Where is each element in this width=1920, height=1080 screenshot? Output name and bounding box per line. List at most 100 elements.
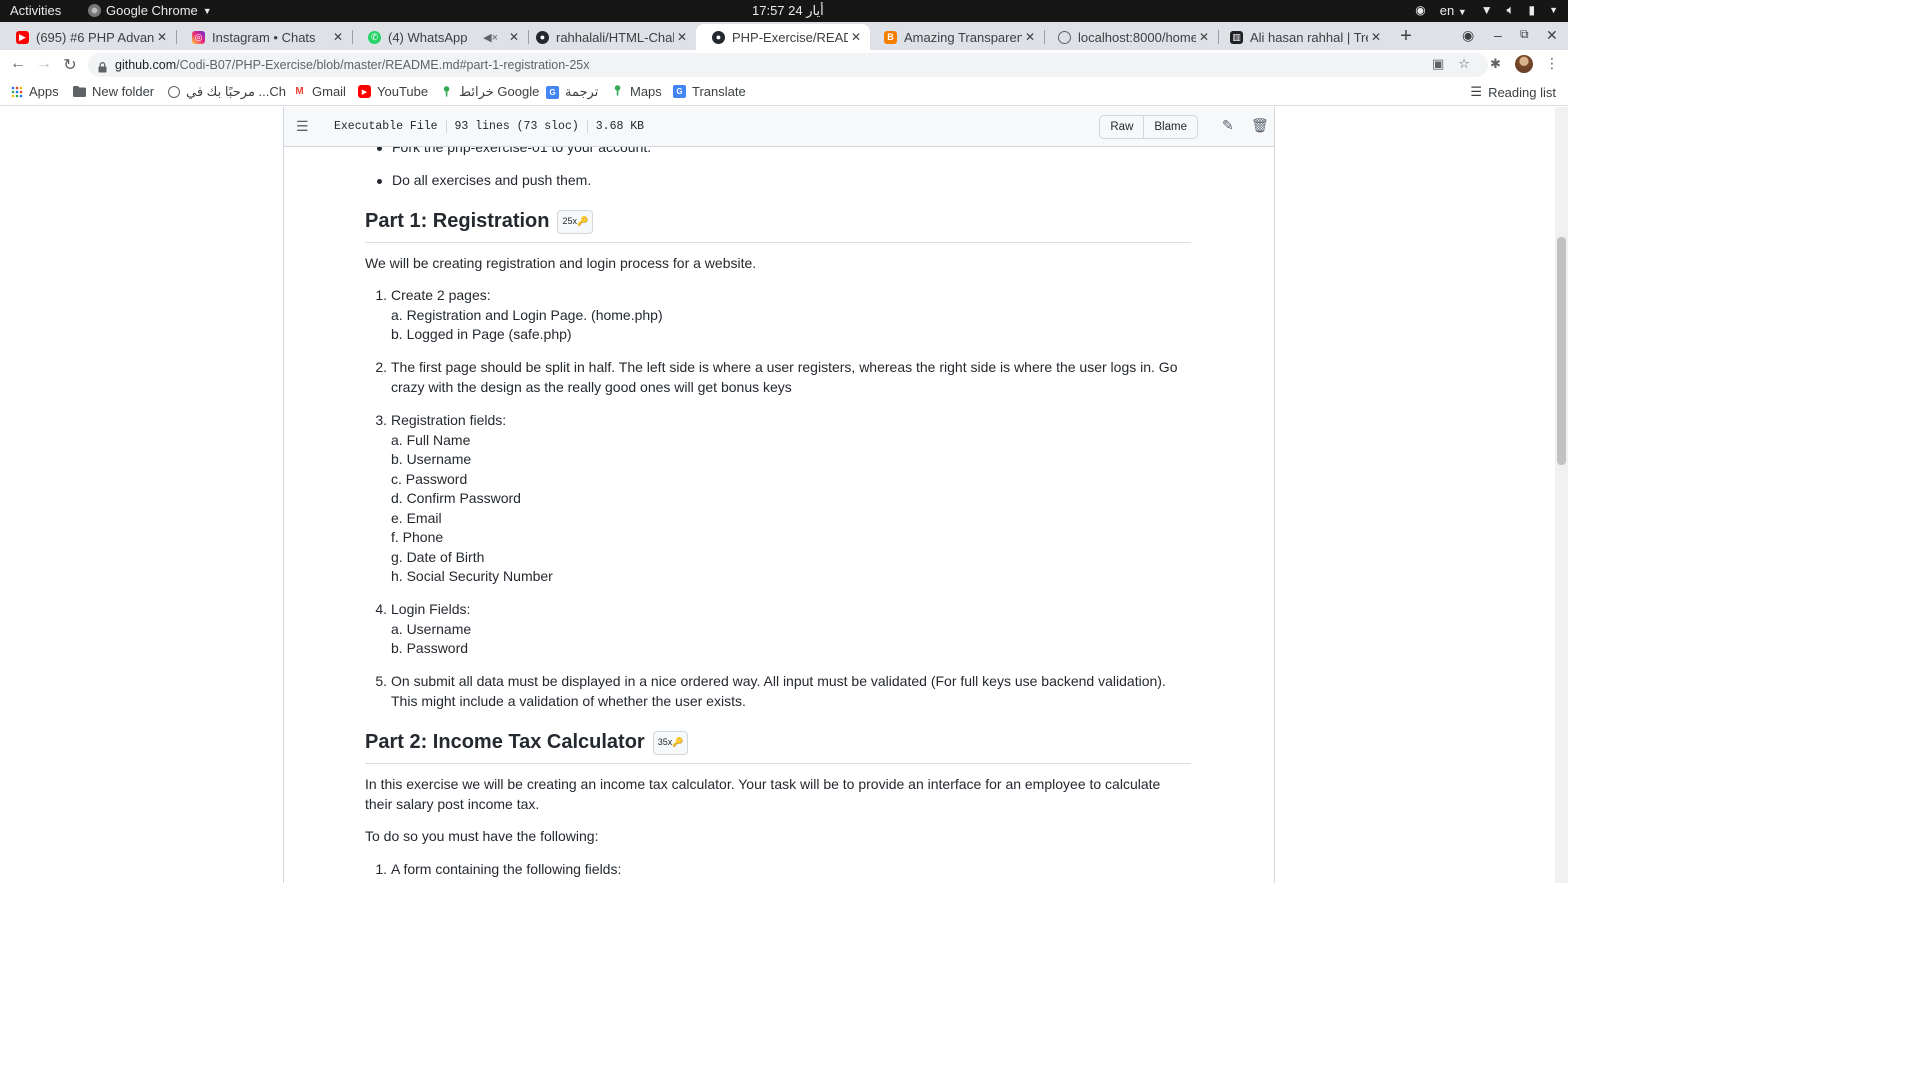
file-mode: Executable File	[334, 120, 438, 133]
list-item-text: Do all exercises and push them.	[392, 172, 592, 188]
list-item-text: Registration fields:	[391, 412, 507, 428]
forward-arrow-icon[interactable]: →	[34, 55, 54, 73]
extension-area: ✱	[1490, 56, 1501, 72]
list-item-text: A form containing the following fields:	[391, 861, 622, 877]
browser-tab[interactable]: ✆ (4) WhatsApp ◀× ✕	[352, 24, 529, 50]
app-menu[interactable]: Google Chrome ▼	[88, 3, 212, 18]
keys-badge: 25x🔑	[557, 210, 594, 234]
system-tray[interactable]: ◉ en ▼ ▼ 🔈︎ ▮ ▼	[1415, 2, 1558, 18]
speaker-muted-icon[interactable]: ◀×	[483, 31, 498, 44]
browser-tab[interactable]: ◎ Instagram • Chats ✕	[176, 24, 353, 50]
system-top-bar: Activities Google Chrome ▼ 17:57 24 أيار…	[0, 0, 1568, 22]
browser-tab[interactable]: ▥ Ali hasan rahhal | Trel ✕	[1214, 24, 1390, 50]
discord-icon[interactable]: ◉	[1415, 3, 1425, 17]
language-indicator[interactable]: en ▼	[1440, 3, 1467, 18]
browser-tab[interactable]: localhost:8000/home ✕	[1042, 24, 1219, 50]
delete-trash-icon[interactable]: 🗑︎	[1251, 118, 1269, 134]
minimize-window-button[interactable]: –	[1494, 27, 1502, 43]
close-window-button[interactable]: ✕	[1546, 27, 1558, 44]
new-tab-button[interactable]: +	[1396, 26, 1416, 46]
profile-avatar[interactable]	[1515, 55, 1533, 73]
system-menu-caret-icon[interactable]: ▼	[1549, 5, 1558, 15]
sub-item: h. Social Security Number	[391, 568, 553, 584]
trello-icon: ▥	[1230, 30, 1243, 44]
raw-button[interactable]: Raw	[1099, 115, 1145, 139]
omnibox-actions: ▣ ☆	[1432, 56, 1470, 72]
close-icon[interactable]: ✕	[1368, 30, 1384, 44]
maps-pin-icon: 📍︎	[440, 86, 453, 98]
bookmark-star-icon[interactable]: ☆	[1458, 56, 1470, 72]
reading-list-button[interactable]: ☰ Reading list	[1470, 84, 1556, 100]
ordered-list-item: 3. Registration fields: a. Full Name b. …	[365, 411, 1191, 587]
bookmark-apps[interactable]: Apps	[10, 84, 59, 99]
ordered-list-item: 1. Create 2 pages: a. Registration and L…	[365, 286, 1191, 345]
browser-tab[interactable]: ● rahhalali/HTML-Chall ✕	[520, 24, 696, 50]
clock[interactable]: 17:57 24 أيار	[752, 3, 824, 19]
tab-title: Ali hasan rahhal | Trel	[1250, 29, 1368, 45]
close-icon[interactable]: ✕	[330, 30, 346, 44]
close-icon[interactable]: ✕	[674, 30, 690, 44]
tab-title: (695) #6 PHP Advance	[36, 29, 154, 45]
tab-title: Instagram • Chats	[212, 29, 316, 45]
scrollbar-thumb[interactable]	[1557, 237, 1566, 465]
url-path: /Codi-B07/PHP-Exercise/blob/master/READM…	[176, 58, 590, 72]
github-icon: ●	[536, 30, 549, 44]
lock-icon[interactable]	[98, 60, 107, 73]
blame-button[interactable]: Blame	[1144, 115, 1198, 139]
translate-icon: G	[673, 85, 686, 98]
back-arrow-icon[interactable]: ←	[8, 55, 28, 73]
url-text[interactable]: github.com/Codi-B07/PHP-Exercise/blob/ma…	[115, 58, 590, 72]
whatsapp-icon: ✆	[368, 30, 381, 44]
browser-tab-active[interactable]: ● PHP-Exercise/READM ✕	[696, 24, 870, 50]
bookmark-translate-ar[interactable]: G ترجمة	[546, 84, 598, 100]
browser-tab[interactable]: B Amazing Transparent ✕	[868, 24, 1045, 50]
sub-item: d. Confirm Password	[391, 490, 521, 506]
bookmark-label: مرحبًا بك في ...Ch	[186, 84, 286, 99]
browser-toolbar: ← → ↻ github.com/Codi-B07/PHP-Exercise/b…	[0, 50, 1568, 80]
bookmark-gmail[interactable]: M Gmail	[293, 84, 346, 99]
list-item-text: On submit all data must be displayed in …	[391, 673, 1166, 709]
address-bar[interactable]: github.com/Codi-B07/PHP-Exercise/blob/ma…	[88, 53, 1488, 77]
bookmark-welcome[interactable]: مرحبًا بك في ...Ch	[168, 84, 286, 100]
scrollbar-track[interactable]	[1555, 107, 1568, 883]
activities-button[interactable]: Activities	[10, 3, 61, 18]
heading-part-1[interactable]: Part 1: Registration 25x🔑	[365, 210, 1191, 243]
browser-tab[interactable]: ▶ (695) #6 PHP Advance ✕	[0, 24, 177, 50]
tab-title: rahhalali/HTML-Chall	[556, 29, 674, 45]
restore-window-button[interactable]: ⧉	[1520, 27, 1529, 42]
sub-item: a. Full Name	[391, 431, 471, 448]
sub-item: b. Logged in Page (safe.php)	[391, 326, 572, 342]
bookmark-translate[interactable]: G Translate	[673, 84, 746, 99]
ordered-list-item: 5. On submit all data must be displayed …	[365, 672, 1191, 711]
close-icon[interactable]: ✕	[848, 30, 864, 44]
bookmark-new-folder[interactable]: New folder	[73, 84, 154, 99]
list-item: Do all exercises and push them.	[365, 171, 591, 191]
file-actions: Raw Blame	[1099, 115, 1198, 139]
bookmark-label: Maps	[630, 84, 662, 99]
ordered-list-item: 1. A form containing the following field…	[365, 860, 1191, 880]
reload-icon[interactable]: ↻	[60, 55, 80, 75]
tab-search-icon[interactable]: ◉	[1462, 27, 1474, 44]
table-of-contents-icon[interactable]: ☰	[296, 119, 310, 135]
app-name: Google Chrome	[106, 3, 198, 18]
bookmarks-bar: Apps New folder مرحبًا بك في ...Ch M Gma…	[0, 80, 1568, 106]
sub-item: g. Date of Birth	[391, 548, 485, 565]
list-item-text: Create 2 pages:	[391, 287, 491, 303]
close-icon[interactable]: ✕	[1022, 30, 1038, 44]
file-lines: 93 lines (73 sloc)	[445, 120, 587, 133]
paragraph: We will be creating registration and log…	[365, 255, 757, 271]
url-host: github.com	[115, 58, 177, 72]
edit-pencil-icon[interactable]: ✎	[1222, 118, 1234, 134]
bookmark-google-maps-ar[interactable]: 📍︎ خرائط Google	[440, 84, 539, 100]
bookmark-maps[interactable]: 📍︎ Maps	[611, 84, 662, 99]
more-menu-icon[interactable]: ⋮	[1545, 55, 1559, 72]
bookmark-label: خرائط Google	[459, 84, 540, 99]
bookmark-youtube[interactable]: ▶ YouTube	[358, 84, 428, 99]
close-icon[interactable]: ✕	[154, 30, 170, 44]
close-icon[interactable]: ✕	[1196, 30, 1212, 44]
heading-part-2[interactable]: Part 2: Income Tax Calculator 35x🔑	[365, 731, 1191, 764]
extensions-puzzle-icon[interactable]: ✱	[1490, 56, 1501, 72]
youtube-icon: ▶	[16, 30, 29, 44]
list-number: 1.	[375, 861, 387, 877]
translate-page-icon[interactable]: ▣	[1432, 56, 1444, 72]
